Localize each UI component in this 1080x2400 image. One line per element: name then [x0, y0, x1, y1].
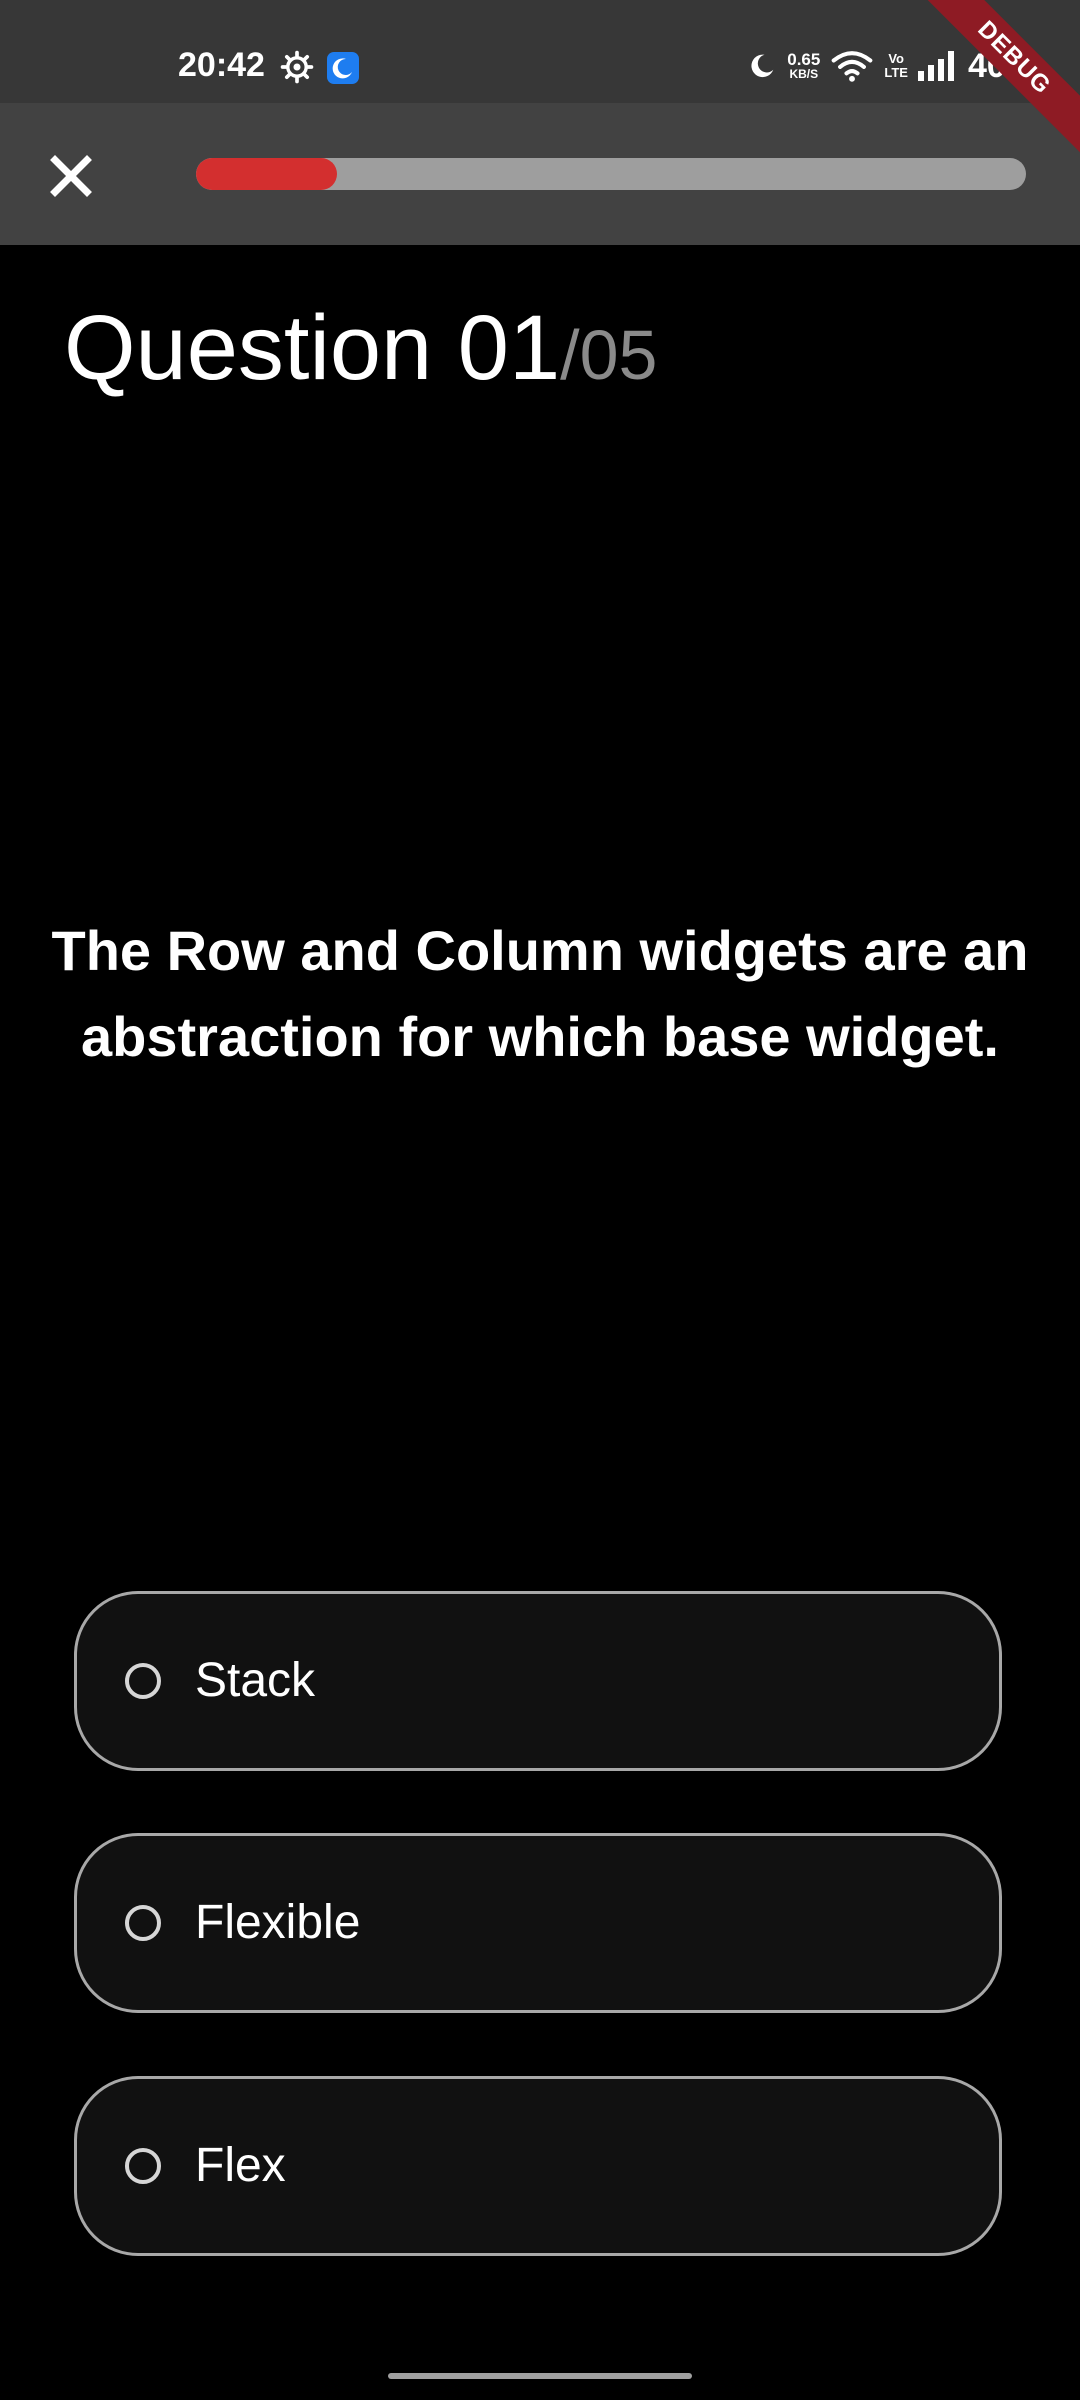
question-total: /05	[560, 316, 658, 394]
moon-app-icon	[327, 52, 359, 84]
question-text: The Row and Column widgets are an abstra…	[51, 919, 1029, 1068]
answer-option-label: Flex	[195, 2139, 286, 2192]
radio-icon[interactable]	[125, 1905, 161, 1941]
wifi-icon	[831, 51, 873, 82]
answer-option-label: Flexible	[195, 1896, 361, 1949]
radio-icon[interactable]	[125, 2148, 161, 2184]
close-icon[interactable]	[38, 143, 104, 209]
network-speed: 0.65 KB/S	[787, 50, 821, 81]
quiz-progress-bar	[196, 158, 1026, 190]
moon-icon	[751, 54, 774, 78]
status-bar: 20:42 0.65 KB/S Vo LTE	[0, 0, 1080, 103]
radio-icon[interactable]	[125, 1663, 161, 1699]
gear-icon	[280, 50, 314, 84]
answer-option[interactable]: Flexible	[74, 1833, 1002, 2013]
answer-option[interactable]: Stack	[74, 1591, 1002, 1771]
app-bar	[0, 103, 1080, 245]
signal-icon	[917, 51, 954, 81]
question-number: Question 01	[64, 297, 561, 399]
volte-indicator: Vo LTE	[884, 51, 908, 80]
answer-option-label: Stack	[195, 1654, 316, 1707]
answer-option[interactable]: Flex	[74, 2076, 1002, 2256]
status-time: 20:42	[178, 46, 265, 84]
quiz-progress-fill	[196, 158, 338, 190]
question-header: Question 01/05	[64, 296, 657, 401]
home-indicator[interactable]	[388, 2373, 692, 2379]
